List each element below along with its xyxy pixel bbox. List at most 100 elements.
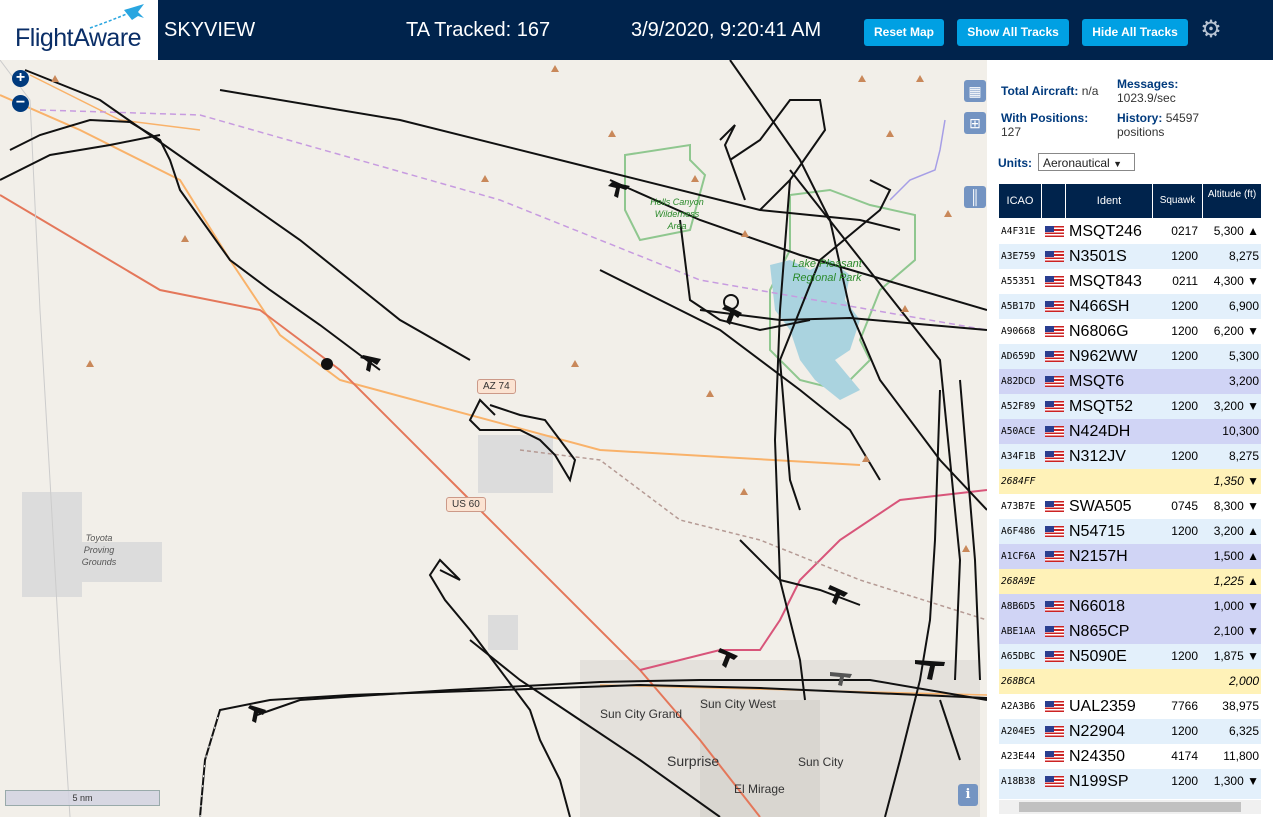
flag-cell bbox=[1044, 319, 1064, 344]
map-layers-icon[interactable]: ▦ bbox=[964, 80, 986, 102]
squawk-cell: 0217 bbox=[1171, 224, 1198, 238]
altitude-cell: 2,100 ▼ bbox=[1213, 624, 1259, 638]
columns-icon[interactable]: ║ bbox=[964, 186, 986, 208]
altitude-cell: 8,275 bbox=[1228, 249, 1259, 263]
squawk-cell bbox=[1155, 594, 1201, 619]
col-icao[interactable]: ICAO bbox=[999, 184, 1042, 218]
icao-cell: A23E44 bbox=[1001, 751, 1036, 762]
col-altitude[interactable]: Altitude (ft) bbox=[1203, 184, 1261, 218]
with-positions: With Positions: 127 bbox=[1001, 111, 1089, 139]
us-flag-icon bbox=[1045, 701, 1064, 712]
flag-cell bbox=[1044, 569, 1064, 594]
units-select[interactable]: Aeronautical ▼ bbox=[1038, 153, 1135, 171]
squawk-cell: 1200 bbox=[1171, 299, 1198, 313]
az74-shield: AZ 74 bbox=[477, 379, 516, 394]
ident-cell: N962WW bbox=[1069, 348, 1138, 365]
altitude-cell: 2,000 bbox=[1228, 674, 1259, 688]
table-row[interactable]: A23E44 N24350 4174 11,800 bbox=[999, 744, 1261, 769]
table-row[interactable]: A204E5 N22904 1200 6,325 bbox=[999, 719, 1261, 744]
icao-cell: AB509C bbox=[999, 794, 1042, 799]
squawk-cell: 0211 bbox=[1172, 274, 1198, 288]
reset-map-button[interactable]: Reset Map bbox=[864, 19, 944, 46]
table-row[interactable]: AB509C N828WW12004,325 ▲ bbox=[999, 794, 1261, 799]
altitude-cell: 5,300 bbox=[1228, 349, 1259, 363]
table-row[interactable]: AD659D N962WW 1200 5,300 bbox=[999, 344, 1261, 369]
flightaware-logo[interactable]: FlightAware bbox=[0, 0, 158, 60]
icao-cell: 268A9E bbox=[1001, 576, 1036, 587]
ident-cell: N24350 bbox=[1069, 748, 1126, 765]
us-flag-icon bbox=[1045, 501, 1064, 512]
map-base-layer bbox=[0, 60, 987, 817]
table-row[interactable]: A34F1B N312JV 1200 8,275 bbox=[999, 444, 1261, 469]
settings-gear-icon[interactable]: ⚙ bbox=[1198, 17, 1224, 43]
tracked-count: TA Tracked: 167 bbox=[406, 19, 551, 41]
table-row[interactable]: A50ACE N424DH 10,300 bbox=[999, 419, 1261, 444]
icao-cell: 268BCA bbox=[1001, 676, 1036, 687]
table-row[interactable]: ABE1AA N865CP 2,100 ▼ bbox=[999, 619, 1261, 644]
logo-text: FlightAware bbox=[15, 24, 142, 52]
ident-cell: N199SP bbox=[1069, 773, 1129, 790]
table-row[interactable]: A52F89 MSQT52 1200 3,200 ▼ bbox=[999, 394, 1261, 419]
table-row[interactable]: A73B7E SWA505 0745 8,300 ▼ bbox=[999, 494, 1261, 519]
ident-cell: MSQT6 bbox=[1069, 373, 1125, 390]
table-row[interactable]: A3E759 N3501S 1200 8,275 bbox=[999, 244, 1261, 269]
grid-icon[interactable]: ⊞ bbox=[964, 112, 986, 134]
hide-all-tracks-button[interactable]: Hide All Tracks bbox=[1082, 19, 1188, 46]
icao-cell: ABE1AA bbox=[1001, 626, 1036, 637]
map-canvas[interactable]: Hells Canyon Wilderness Area Lake Pleasa… bbox=[0, 60, 987, 817]
table-row[interactable]: A18B38 N199SP 1200 1,300 ▼ bbox=[999, 769, 1261, 794]
icao-cell: A4F31E bbox=[1001, 226, 1036, 237]
info-icon[interactable]: i bbox=[958, 784, 978, 806]
sun-city-grand-label: Sun City Grand bbox=[600, 707, 683, 721]
col-ident[interactable]: Ident bbox=[1066, 184, 1153, 218]
altitude-cell: 1,000 ▼ bbox=[1213, 599, 1259, 613]
ident-cell bbox=[1067, 469, 1153, 494]
icao-cell: A34F1B bbox=[1001, 451, 1036, 462]
table-row[interactable]: A82DCD MSQT6 3,200 bbox=[999, 369, 1261, 394]
zoom-out-button[interactable]: − bbox=[12, 95, 29, 112]
table-row[interactable]: A8B6D5 N66018 1,000 ▼ bbox=[999, 594, 1261, 619]
squawk-cell: 0745 bbox=[1171, 499, 1198, 513]
table-row[interactable]: A55351 MSQT843 0211 4,300 ▼ bbox=[999, 269, 1261, 294]
altitude-cell: 3,200 ▲ bbox=[1213, 524, 1259, 538]
flag-cell bbox=[1044, 344, 1064, 369]
us-flag-icon bbox=[1045, 426, 1064, 437]
ident-cell: N6806G bbox=[1069, 323, 1129, 340]
horizontal-scrollbar[interactable] bbox=[999, 800, 1261, 814]
history-stat: History: 54597 positions bbox=[1117, 111, 1200, 139]
table-row[interactable]: A5B17D N466SH 1200 6,900 bbox=[999, 294, 1261, 319]
table-row[interactable]: 268A9E 1,225 ▲ bbox=[999, 569, 1261, 594]
table-row[interactable]: A6F486 N54715 1200 3,200 ▲ bbox=[999, 519, 1261, 544]
ident-cell: N5090E bbox=[1069, 648, 1127, 665]
flag-cell bbox=[1044, 619, 1064, 644]
table-row[interactable]: A1CF6A N2157H 1,500 ▲ bbox=[999, 544, 1261, 569]
altitude-cell: 6,325 bbox=[1228, 724, 1259, 738]
table-row[interactable]: A4F31E MSQT246 0217 5,300 ▲ bbox=[999, 219, 1261, 244]
squawk-cell: 1200 bbox=[1171, 399, 1198, 413]
aircraft-table: ICAO Ident Squawk Altitude (ft) A4F31E MS… bbox=[999, 184, 1261, 799]
ident-cell: MSQT843 bbox=[1069, 273, 1142, 290]
altitude-cell: 8,275 bbox=[1228, 449, 1259, 463]
hells-canyon-label: Hells Canyon Wilderness Area bbox=[650, 197, 704, 231]
flag-cell bbox=[1044, 394, 1064, 419]
ident-cell: MSQT52 bbox=[1069, 398, 1134, 415]
table-row[interactable]: 268BCA 2,000 bbox=[999, 669, 1261, 694]
ident-cell: N2157H bbox=[1069, 548, 1128, 565]
us-flag-icon bbox=[1045, 451, 1064, 462]
col-squawk[interactable]: Squawk bbox=[1153, 184, 1203, 218]
icao-cell: A3E759 bbox=[1001, 251, 1036, 262]
us-flag-icon bbox=[1045, 401, 1064, 412]
table-row[interactable]: A90668 N6806G 1200 6,200 ▼ bbox=[999, 319, 1261, 344]
icao-cell: A8B6D5 bbox=[1001, 601, 1036, 612]
table-row[interactable]: 2684FF 1,350 ▼ bbox=[999, 469, 1261, 494]
zoom-in-button[interactable]: + bbox=[12, 70, 29, 87]
icao-cell: A55351 bbox=[1001, 276, 1036, 287]
scrollbar-thumb[interactable] bbox=[1019, 802, 1241, 812]
flag-cell bbox=[1044, 794, 1064, 799]
show-all-tracks-button[interactable]: Show All Tracks bbox=[957, 19, 1069, 46]
altitude-cell: 1,350 ▼ bbox=[1213, 474, 1259, 488]
table-row[interactable]: A65DBC N5090E 1200 1,875 ▼ bbox=[999, 644, 1261, 669]
toyota-proving-grounds-label: Toyota Proving Grounds bbox=[81, 533, 117, 567]
table-row[interactable]: A2A3B6 UAL2359 7766 38,975 bbox=[999, 694, 1261, 719]
squawk-cell: 1200 bbox=[1171, 449, 1198, 463]
